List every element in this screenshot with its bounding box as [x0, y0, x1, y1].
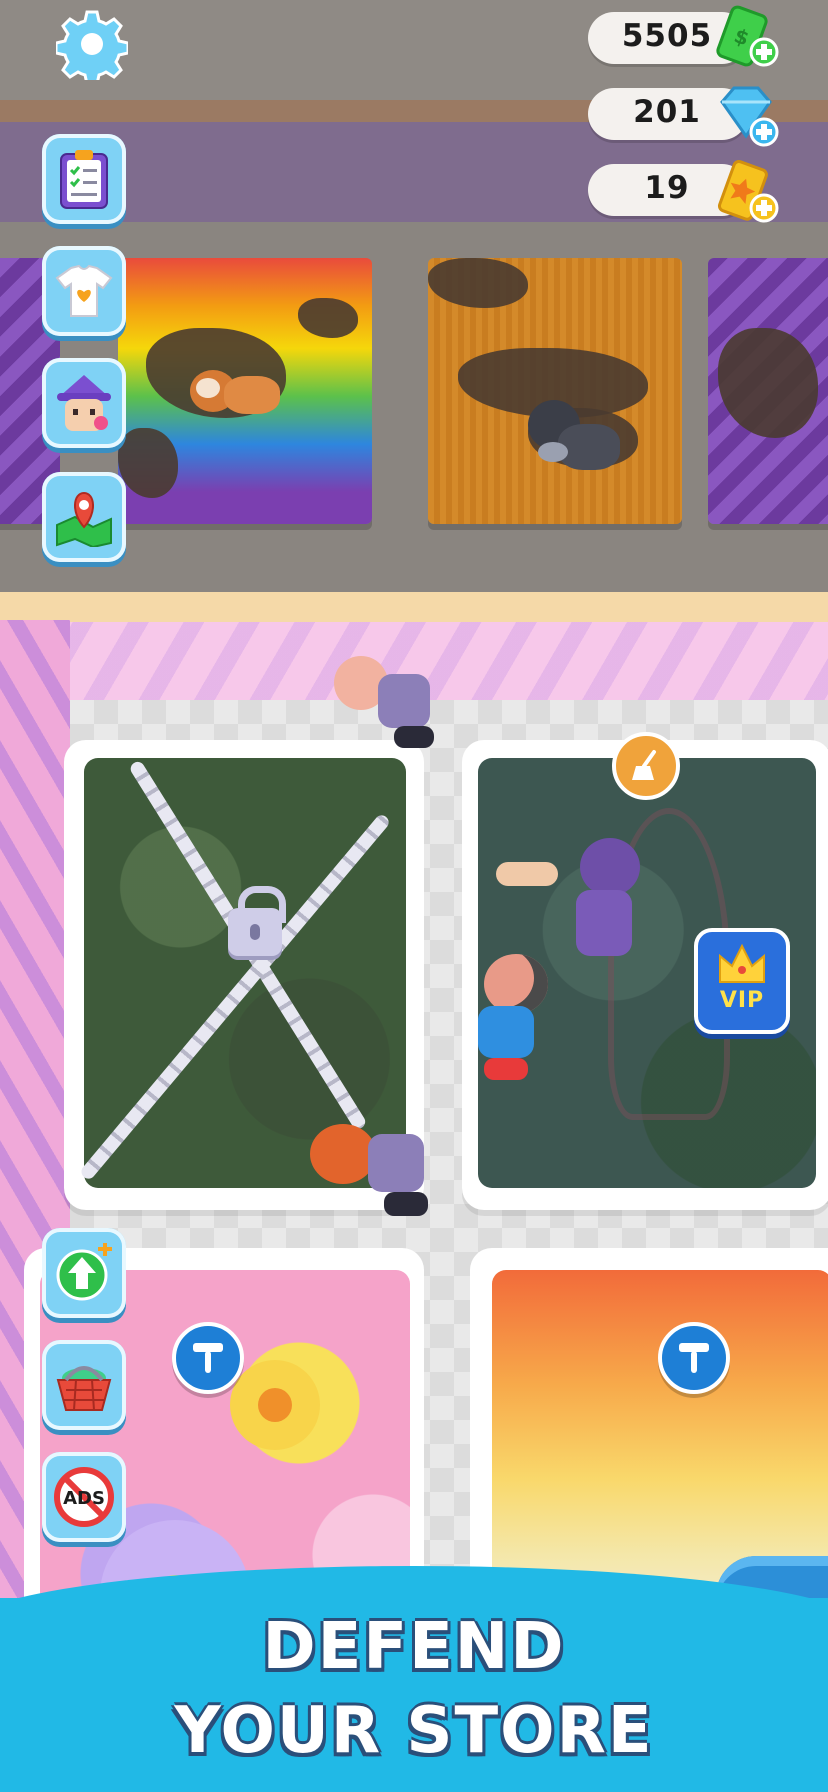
banner-line-1: DEFEND — [262, 1610, 566, 1684]
no-ads-button[interactable]: ADS — [42, 1452, 126, 1542]
padlock-keyhole — [250, 924, 260, 940]
ticket-plus-icon[interactable] — [712, 156, 779, 223]
cash-plus-icon[interactable]: $ — [712, 2, 779, 67]
character-button[interactable] — [42, 358, 126, 448]
no-ads-icon: ADS — [54, 1467, 114, 1527]
map-button[interactable] — [42, 472, 126, 562]
orange-cat-icon — [190, 360, 280, 430]
orange-rug[interactable] — [428, 258, 682, 524]
repair-badge-left[interactable] — [172, 1322, 244, 1394]
tshirt-heart-icon — [55, 264, 113, 317]
shop-wall-top — [0, 592, 828, 622]
wizard-customer-character[interactable] — [496, 838, 646, 968]
redhead-worker-character[interactable] — [310, 1124, 440, 1234]
vip-label: VIP — [719, 988, 765, 1013]
upgrade-arrow-icon — [56, 1243, 112, 1301]
shopping-basket-icon — [56, 1366, 112, 1411]
squeegee-icon — [679, 1343, 709, 1373]
banner-line-2: YOUR STORE — [174, 1694, 654, 1768]
basket-button[interactable] — [42, 1340, 126, 1430]
broom-icon — [632, 750, 656, 780]
bald-customer-character[interactable] — [474, 954, 574, 1084]
upgrade-button[interactable] — [42, 1228, 126, 1318]
crown-icon — [719, 943, 765, 983]
cash-value: 5505 — [621, 18, 713, 54]
no-ads-label: ADS — [63, 1488, 105, 1509]
outfit-shop-button[interactable] — [42, 246, 126, 336]
wizard-avatar-icon — [57, 375, 111, 431]
purple-rug-right[interactable] — [708, 258, 828, 524]
broom-badge[interactable] — [612, 732, 680, 800]
map-pin-icon — [56, 491, 112, 547]
tickets-value: 19 — [644, 170, 690, 206]
vip-badge[interactable]: VIP — [694, 928, 790, 1034]
gear-icon — [54, 10, 130, 86]
clipboard-checklist-icon — [60, 150, 108, 209]
grey-cat-icon — [528, 400, 624, 484]
settings-button[interactable] — [54, 8, 130, 86]
repair-badge-right[interactable] — [658, 1322, 730, 1394]
bald-worker-character[interactable] — [334, 656, 444, 766]
diamond-plus-icon[interactable] — [712, 80, 779, 147]
gems-value: 201 — [633, 94, 701, 130]
quests-button[interactable] — [42, 134, 126, 224]
squeegee-icon — [193, 1343, 223, 1373]
